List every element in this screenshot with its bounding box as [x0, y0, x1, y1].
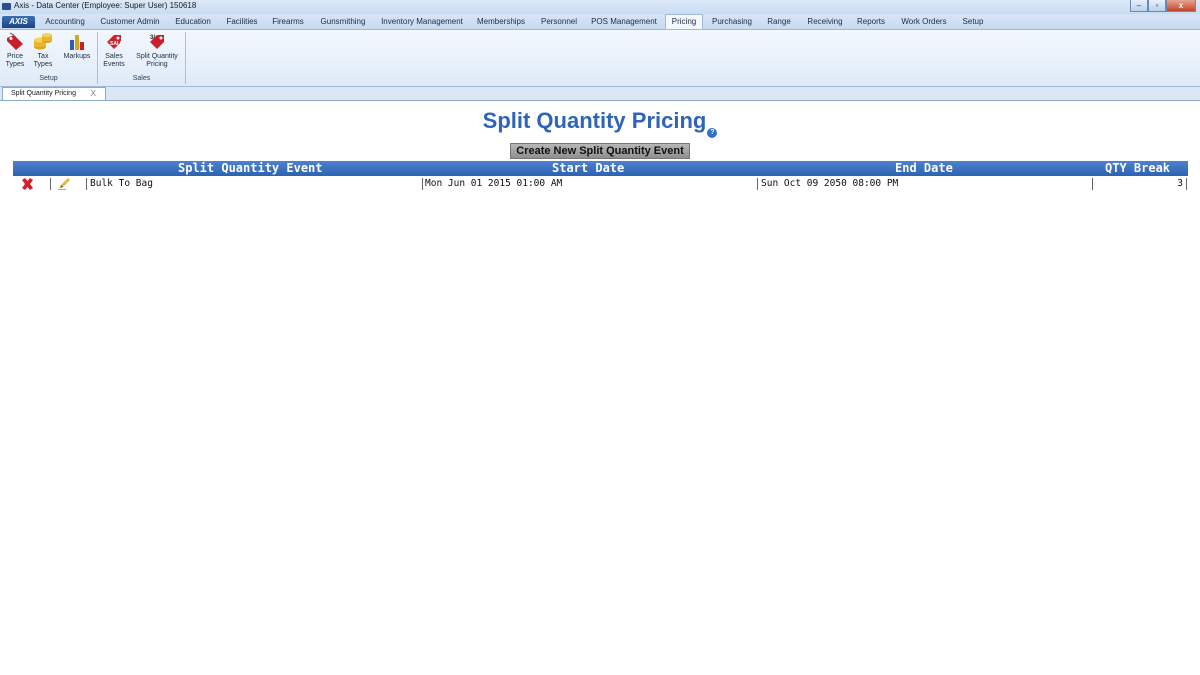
svg-text:SALE: SALE [110, 41, 124, 47]
price-types-button[interactable]: Price Types [3, 32, 27, 69]
page-title: Split Quantity Pricing? [0, 108, 1200, 138]
start-date-cell: Mon Jun 01 2015 01:00 AM [425, 178, 563, 189]
coins-icon [34, 33, 52, 50]
bar-chart-icon [70, 35, 84, 50]
setup-group-label: Setup [39, 75, 58, 82]
tab-facilities[interactable]: Facilities [222, 15, 262, 29]
end-date-cell: Sun Oct 09 2050 08:00 PM [761, 178, 899, 189]
delete-button[interactable] [21, 176, 37, 192]
delete-x-icon [22, 178, 33, 190]
price-types-label-1: Price [7, 53, 23, 60]
sales-group-label: Sales [132, 75, 151, 82]
sales-events-button[interactable]: SALE Sales Events [101, 32, 127, 69]
ribbon-panel: Price Types Tax Types Markups Setup SALE… [0, 30, 1200, 87]
qty-break-cell: 3 [1177, 178, 1183, 189]
doc-tab-split-quantity-pricing[interactable]: Split Quantity Pricing X [2, 87, 106, 100]
tab-pricing[interactable]: Pricing [665, 14, 703, 29]
tab-accounting[interactable]: Accounting [40, 15, 90, 29]
price-tag-icon [7, 32, 23, 50]
column-header-event[interactable]: Split Quantity Event [178, 161, 323, 176]
window-title: Axis - Data Center (Employee: Super User… [14, 1, 197, 10]
column-separator [422, 178, 423, 190]
window-controls: – ▫ x [1130, 0, 1196, 13]
edit-button[interactable] [58, 176, 74, 192]
column-separator [757, 178, 758, 190]
split-quantity-pricing-label-1: Split Quantity [136, 53, 178, 60]
document-tabs: Split Quantity Pricing X [0, 87, 1200, 101]
table-row[interactable]: Bulk To Bag Mon Jun 01 2015 01:00 AM Sun… [13, 176, 1188, 192]
column-header-qty-break[interactable]: QTY Break [1105, 161, 1170, 176]
tab-inventory-management[interactable]: Inventory Management [377, 15, 467, 29]
tab-customer-admin[interactable]: Customer Admin [95, 15, 165, 29]
tab-purchasing[interactable]: Purchasing [708, 15, 756, 29]
tab-education[interactable]: Education [170, 15, 216, 29]
svg-text:3/: 3/ [150, 35, 155, 41]
tab-receiving[interactable]: Receiving [802, 15, 848, 29]
app-icon [2, 3, 11, 10]
page-title-text: Split Quantity Pricing [482, 108, 707, 133]
tax-types-button[interactable]: Tax Types [31, 32, 55, 69]
sales-events-label-2: Events [103, 61, 125, 68]
split-quantity-grid: Split Quantity Event Start Date End Date… [13, 161, 1188, 192]
tab-reports[interactable]: Reports [853, 15, 889, 29]
tax-types-label-2: Types [33, 61, 53, 68]
maximize-button[interactable]: ▫ [1148, 0, 1166, 12]
tax-types-label-1: Tax [37, 53, 49, 60]
minimize-button[interactable]: – [1130, 0, 1148, 12]
tab-gunsmithing[interactable]: Gunsmithing [315, 15, 371, 29]
create-split-quantity-event-button[interactable]: Create New Split Quantity Event [510, 143, 690, 159]
close-window-button[interactable]: x [1166, 0, 1196, 12]
tab-firearms[interactable]: Firearms [268, 15, 308, 29]
grid-header: Split Quantity Event Start Date End Date… [13, 161, 1188, 176]
column-separator [50, 178, 51, 190]
close-tab-button[interactable]: X [91, 88, 96, 100]
tab-range[interactable]: Range [763, 15, 795, 29]
ribbon-tabs: AXIS Accounting Customer Admin Education… [0, 14, 1200, 30]
column-separator [86, 178, 87, 190]
title-bar: Axis - Data Center (Employee: Super User… [0, 0, 1200, 14]
help-icon[interactable]: ? [707, 128, 718, 138]
split-price-tag-icon: 3/ [150, 35, 164, 49]
tab-pos-management[interactable]: POS Management [588, 15, 660, 29]
tab-work-orders[interactable]: Work Orders [897, 15, 951, 29]
column-header-end-date[interactable]: End Date [895, 161, 953, 176]
sales-events-label-1: Sales [105, 53, 123, 60]
event-name-cell: Bulk To Bag [90, 178, 153, 189]
ribbon-separator [185, 32, 186, 84]
price-types-label-2: Types [5, 61, 25, 68]
tab-personnel[interactable]: Personnel [536, 15, 582, 29]
doc-tab-label: Split Quantity Pricing [11, 90, 76, 97]
column-separator [1186, 178, 1187, 190]
split-quantity-pricing-button[interactable]: 3/ Split Quantity Pricing [132, 32, 182, 69]
sale-tag-icon: SALE [107, 35, 124, 49]
column-header-start-date[interactable]: Start Date [552, 161, 624, 176]
split-quantity-pricing-label-2: Pricing [146, 61, 168, 68]
app-menu-button[interactable]: AXIS [2, 16, 35, 28]
markups-label: Markups [63, 53, 91, 60]
tab-setup[interactable]: Setup [958, 15, 988, 29]
markups-button[interactable]: Markups [59, 32, 95, 61]
tab-memberships[interactable]: Memberships [473, 15, 529, 29]
pencil-icon [58, 178, 70, 190]
